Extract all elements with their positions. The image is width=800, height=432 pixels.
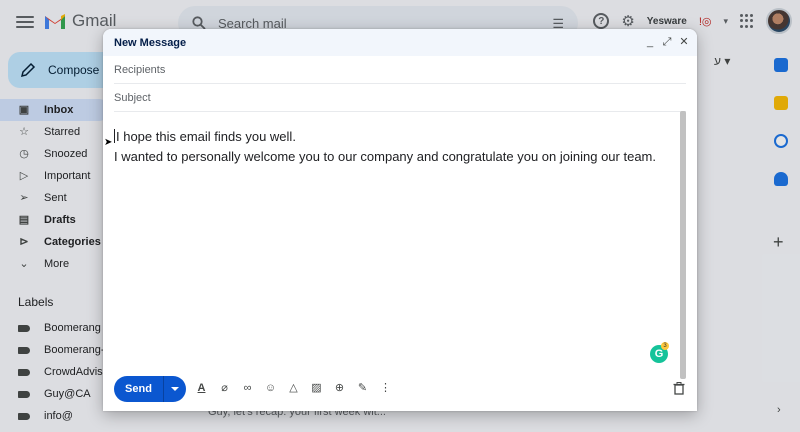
body-line-1-text: I hope this email finds you well. — [116, 129, 296, 144]
apps-grid-icon[interactable] — [740, 14, 754, 28]
mouse-cursor-icon: ➤ — [104, 137, 113, 148]
grammarly-count-badge: 3 — [661, 342, 669, 350]
draft-icon: ▤ — [18, 214, 30, 226]
signature-icon[interactable]: ✎ — [356, 382, 369, 395]
send-button[interactable]: Send — [114, 376, 164, 402]
side-panel-rail: + › — [764, 44, 800, 432]
compose-window: New Message _ ⤢ ✕ Recipients Subject I h… — [103, 29, 697, 411]
gmail-m-icon — [45, 13, 65, 29]
sidebar-item-label: Snoozed — [44, 148, 88, 160]
help-icon[interactable]: ? — [593, 13, 610, 29]
gmail-logo-text: Gmail — [72, 11, 117, 30]
label-icon — [18, 368, 30, 376]
tasks-icon[interactable] — [774, 134, 788, 148]
labels-heading: Labels — [18, 295, 54, 309]
add-addon-icon[interactable]: + — [773, 232, 784, 253]
compose-header[interactable]: New Message _ ⤢ ✕ — [103, 29, 697, 56]
clock-icon: ◷ — [19, 148, 29, 160]
emoji-icon[interactable]: ☺ — [264, 382, 277, 395]
body-line-1: I hope this email finds you well. — [114, 127, 674, 147]
sidebar-item-inbox[interactable]: ▣ Inbox — [0, 99, 110, 121]
label-name: Guy@CA — [44, 388, 91, 400]
compose-toolbar: Send A ⌀ ∞ ☺ △ ▨ ⊕ ✎ ⋮ — [103, 367, 697, 411]
sidebar-item-label: Starred — [44, 126, 81, 138]
star-icon: ☆ — [19, 126, 29, 138]
sidebar-item-label: More — [44, 258, 70, 270]
contacts-icon[interactable] — [774, 172, 788, 186]
label-icon — [18, 324, 30, 332]
formatting-options-icon[interactable]: A — [195, 382, 208, 395]
label-name: CrowdAdvise — [44, 366, 109, 378]
google-drive-icon[interactable]: △ — [287, 382, 300, 395]
label-item[interactable]: Guy@CA — [0, 383, 112, 405]
chevron-down-icon[interactable]: ▾ — [723, 16, 728, 27]
minimize-icon[interactable]: _ — [645, 36, 655, 48]
chevron-right-icon[interactable]: › — [777, 404, 781, 416]
pencil-icon — [20, 62, 36, 78]
extension-icon[interactable]: !◎ — [699, 15, 712, 28]
avatar[interactable] — [766, 8, 792, 34]
sidebar-item-important[interactable]: ▷ Important — [0, 165, 110, 187]
label-icon — [18, 412, 30, 420]
labels-list: Boomerang Boomerang-C CrowdAdvise Guy@CA… — [0, 317, 112, 427]
formatting-tools: A ⌀ ∞ ☺ △ ▨ ⊕ ✎ ⋮ — [195, 382, 392, 395]
calendar-icon[interactable] — [774, 58, 788, 72]
insert-link-icon[interactable]: ∞ — [241, 382, 254, 395]
categories-icon: ⊳ — [19, 236, 29, 248]
confidential-mode-icon[interactable]: ⊕ — [333, 382, 346, 395]
sidebar-item-sent[interactable]: ➢ Sent — [0, 187, 110, 209]
input-tools-selector[interactable]: ע ▾ — [714, 54, 730, 68]
sidebar-item-categories[interactable]: ⊳ Categories — [0, 231, 110, 253]
compose-label: Compose — [48, 63, 100, 77]
attach-file-icon[interactable]: ⌀ — [218, 382, 231, 395]
sidebar-item-more[interactable]: ⌄ More — [0, 253, 110, 275]
more-options-icon[interactable]: ⋮ — [379, 382, 392, 395]
label-name: info@ — [44, 410, 73, 422]
keep-icon[interactable] — [774, 96, 788, 110]
label-name: Boomerang — [44, 322, 101, 334]
body-line-2: I wanted to personally welcome you to ou… — [114, 149, 656, 164]
send-icon: ➢ — [19, 192, 29, 204]
yesware-label[interactable]: Yesware — [647, 16, 687, 27]
compose-title: New Message — [114, 36, 187, 49]
expand-icon[interactable]: ⤢ — [662, 36, 672, 48]
compose-window-controls: _ ⤢ ✕ — [645, 36, 689, 48]
label-icon — [18, 390, 30, 398]
sidebar-item-label: Inbox — [44, 104, 74, 116]
label-item[interactable]: Boomerang — [0, 317, 112, 339]
sidebar-item-label: Sent — [44, 192, 67, 204]
sidebar-item-drafts[interactable]: ▤ Drafts — [0, 209, 110, 231]
label-item[interactable]: Boomerang-C — [0, 339, 112, 361]
subject-field[interactable]: Subject — [114, 84, 686, 112]
chevron-down-icon: ⌄ — [19, 258, 29, 270]
label-item[interactable]: CrowdAdvise — [0, 361, 112, 383]
label-icon — [18, 346, 30, 354]
recipients-input[interactable]: Recipients — [114, 64, 165, 76]
sidebar-item-label: Important — [44, 170, 91, 182]
insert-photo-icon[interactable]: ▨ — [310, 382, 323, 395]
label-item[interactable]: info@ — [0, 405, 112, 427]
send-options-button[interactable] — [164, 376, 186, 402]
sidebar-item-label: Categories — [44, 236, 101, 248]
body-scrollbar[interactable] — [680, 111, 686, 379]
gmail-logo[interactable]: Gmail — [44, 11, 116, 31]
subject-input[interactable]: Subject — [114, 92, 151, 104]
important-icon: ▷ — [19, 170, 29, 182]
sidebar-item-label: Drafts — [44, 214, 76, 226]
gear-icon[interactable]: ⚙ — [621, 12, 634, 30]
sidebar-nav: ▣ Inbox ☆ Starred ◷ Snoozed ▷ Important ➢ Sen… — [0, 99, 110, 275]
menu-icon[interactable] — [16, 13, 34, 31]
discard-draft-icon[interactable] — [673, 382, 685, 395]
inbox-icon: ▣ — [18, 104, 30, 116]
recipients-field[interactable]: Recipients — [114, 56, 686, 84]
text-caret — [114, 129, 115, 143]
message-body[interactable]: I hope this email finds you well. I want… — [114, 127, 674, 167]
close-icon[interactable]: ✕ — [679, 36, 689, 48]
sidebar-item-snoozed[interactable]: ◷ Snoozed — [0, 143, 110, 165]
send-button-group: Send — [114, 376, 186, 402]
sidebar-item-starred[interactable]: ☆ Starred — [0, 121, 110, 143]
search-icon[interactable] — [192, 16, 206, 30]
